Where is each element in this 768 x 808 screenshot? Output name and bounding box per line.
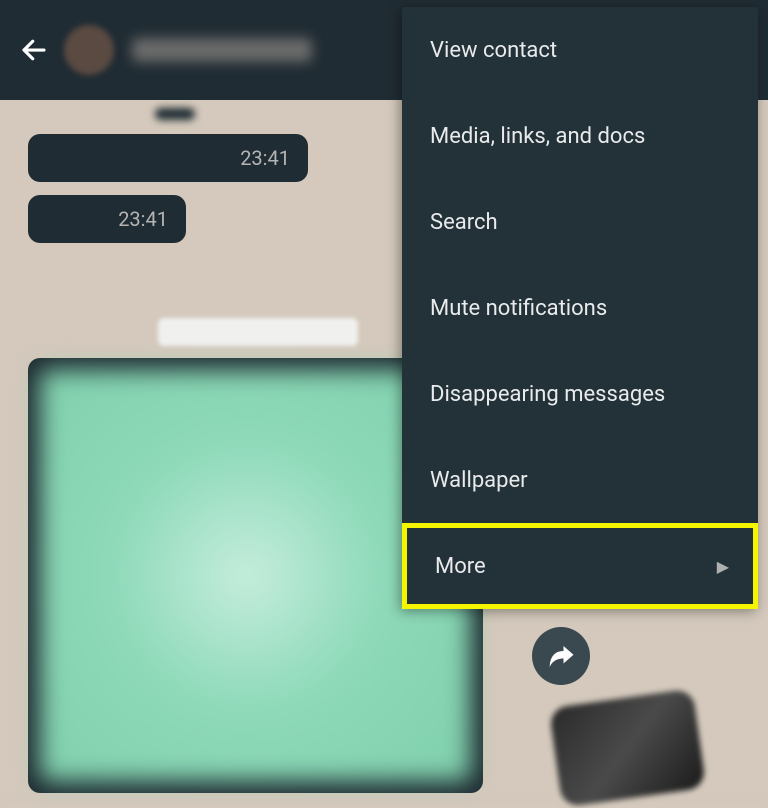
date-divider xyxy=(158,318,358,346)
menu-item-label: More xyxy=(435,554,486,579)
forward-icon xyxy=(546,641,576,671)
contact-name[interactable] xyxy=(132,38,312,62)
back-arrow-icon[interactable] xyxy=(18,34,50,66)
menu-item-label: Media, links, and docs xyxy=(430,124,645,149)
contact-avatar[interactable] xyxy=(64,25,114,75)
menu-item-view-contact[interactable]: View contact xyxy=(402,7,758,93)
forward-button[interactable] xyxy=(532,627,590,685)
date-pill xyxy=(155,108,195,120)
menu-item-media[interactable]: Media, links, and docs xyxy=(402,93,758,179)
message-bubble[interactable]: 23:41 xyxy=(28,134,308,182)
menu-item-disappearing[interactable]: Disappearing messages xyxy=(402,351,758,437)
overflow-menu: View contact Media, links, and docs Sear… xyxy=(402,7,758,609)
menu-item-label: View contact xyxy=(430,38,557,63)
message-time: 23:41 xyxy=(118,207,168,231)
menu-item-search[interactable]: Search xyxy=(402,179,758,265)
image-thumbnail[interactable] xyxy=(549,688,707,807)
message-bubble[interactable]: 23:41 xyxy=(28,195,186,243)
menu-item-label: Search xyxy=(430,210,498,235)
message-time: 23:41 xyxy=(240,146,290,170)
menu-item-mute[interactable]: Mute notifications xyxy=(402,265,758,351)
menu-item-more[interactable]: More ▶ xyxy=(402,523,758,609)
chevron-right-icon: ▶ xyxy=(717,557,729,576)
menu-item-label: Mute notifications xyxy=(430,296,607,321)
menu-item-label: Wallpaper xyxy=(430,468,528,493)
menu-item-wallpaper[interactable]: Wallpaper xyxy=(402,437,758,523)
menu-item-label: Disappearing messages xyxy=(430,382,665,407)
